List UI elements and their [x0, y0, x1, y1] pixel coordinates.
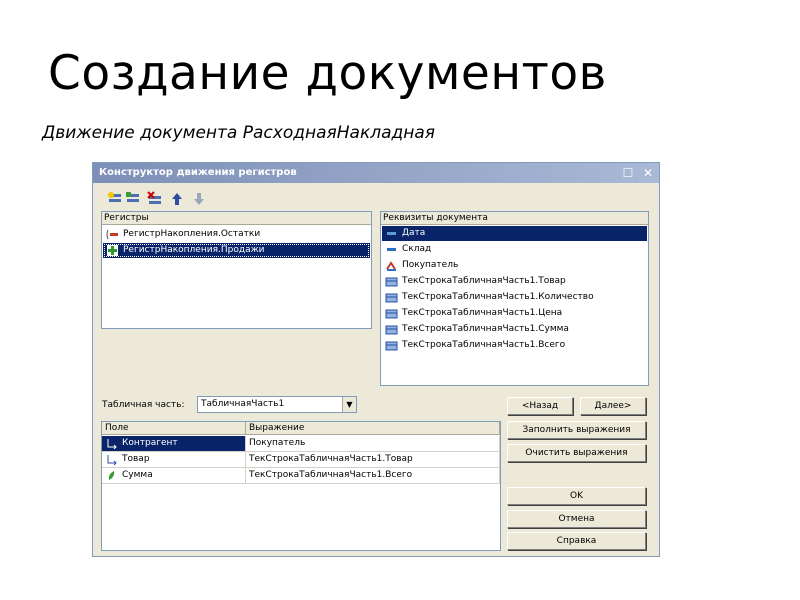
fill-expressions-button[interactable]: Заполнить выражения	[507, 421, 646, 439]
requisite-label: ТекСтрокаТабличнаяЧасть1.Всего	[402, 340, 566, 350]
tabular-part-value: ТабличнаяЧасть1	[201, 399, 285, 409]
register-minus-icon	[106, 229, 118, 240]
column-header-field[interactable]: Поле	[102, 422, 246, 435]
field-name: Товар	[122, 454, 150, 464]
tabular-part-label: Табличная часть:	[102, 400, 185, 410]
window-title: Конструктор движения регистров	[99, 167, 297, 178]
requisite-item-tovar[interactable]: ТекСтрокаТабличнаяЧасть1.Товар	[382, 274, 647, 289]
resource-icon	[108, 471, 115, 480]
register-movement-designer-window: Конструктор движения регистров ☐ ✕ Регис…	[92, 162, 660, 557]
dimension-icon	[107, 439, 117, 449]
table-attribute-icon	[385, 293, 398, 303]
user-icon	[386, 261, 396, 271]
tabular-part-select[interactable]: ТабличнаяЧасть1 ▼	[197, 396, 357, 413]
requisite-item-vsego[interactable]: ТекСтрокаТабличнаяЧасть1.Всего	[382, 338, 647, 353]
fields-grid: Поле Выражение Контрагент Покупатель Тов…	[101, 421, 501, 551]
table-row-expression[interactable]: ТекСтрокаТабличнаяЧасть1.Товар	[246, 452, 500, 468]
slide-subtitle: Движение документа РасходнаяНакладная	[42, 123, 436, 143]
delete-register-icon[interactable]	[147, 191, 163, 207]
window-titlebar: Конструктор движения регистров ☐ ✕	[93, 163, 659, 183]
move-up-icon[interactable]	[169, 191, 185, 207]
attribute-icon	[387, 232, 396, 235]
register-plus-icon	[107, 245, 118, 256]
requisite-item-pokupatel[interactable]: Покупатель	[382, 258, 647, 273]
table-row-field[interactable]: Контрагент	[102, 436, 246, 452]
back-button[interactable]: <Назад	[507, 397, 573, 415]
requisite-item-sklad[interactable]: Склад	[382, 242, 647, 257]
requisite-label: ТекСтрокаТабличнаяЧасть1.Сумма	[402, 324, 569, 334]
slide-title: Создание документов	[48, 46, 607, 101]
table-attribute-icon	[385, 277, 398, 287]
requisite-label: Дата	[402, 228, 426, 238]
table-attribute-icon	[385, 325, 398, 335]
dimension-icon	[107, 455, 117, 465]
attribute-icon	[387, 248, 396, 251]
register-item-ostatki[interactable]: РегистрНакопления.Остатки	[103, 227, 370, 242]
field-name: Контрагент	[122, 438, 178, 448]
registers-header: Регистры	[102, 212, 371, 225]
requisite-label: Покупатель	[402, 260, 459, 270]
registers-panel: Регистры РегистрНакопления.Остатки Регис…	[101, 211, 372, 329]
register-item-prodazhi[interactable]: РегистрНакопления.Продажи	[103, 243, 370, 258]
requisite-label: ТекСтрокаТабличнаяЧасть1.Количество	[402, 292, 594, 302]
requisite-label: Склад	[402, 244, 432, 254]
requisite-item-summa[interactable]: ТекСтрокаТабличнаяЧасть1.Сумма	[382, 322, 647, 337]
register-item-label: РегистрНакопления.Продажи	[123, 245, 265, 255]
clear-expressions-button[interactable]: Очистить выражения	[507, 444, 646, 462]
table-row-field[interactable]: Сумма	[102, 468, 246, 484]
requisite-label: ТекСтрокаТабличнаяЧасть1.Товар	[402, 276, 566, 286]
help-button[interactable]: Справка	[507, 532, 646, 550]
column-header-expression[interactable]: Выражение	[246, 422, 500, 435]
ok-button[interactable]: OK	[507, 487, 646, 505]
requisite-label: ТекСтрокаТабличнаяЧасть1.Цена	[402, 308, 563, 318]
move-down-icon[interactable]	[191, 191, 207, 207]
close-icon[interactable]: ✕	[641, 166, 655, 180]
requisites-header: Реквизиты документа	[381, 212, 648, 225]
next-button[interactable]: Далее>	[580, 397, 646, 415]
document-requisites-panel: Реквизиты документа Дата Склад Покупател…	[380, 211, 649, 386]
add-copy-icon[interactable]	[125, 191, 141, 207]
table-row-expression[interactable]: ТекСтрокаТабличнаяЧасть1.Всего	[246, 468, 500, 484]
requisite-item-tsena[interactable]: ТекСтрокаТабличнаяЧасть1.Цена	[382, 306, 647, 321]
chevron-down-icon[interactable]: ▼	[342, 397, 356, 412]
field-name: Сумма	[122, 470, 153, 480]
requisite-item-kolichestvo[interactable]: ТекСтрокаТабличнаяЧасть1.Количество	[382, 290, 647, 305]
table-attribute-icon	[385, 309, 398, 319]
table-row-expression[interactable]: Покупатель	[246, 436, 500, 452]
register-item-label: РегистрНакопления.Остатки	[123, 229, 261, 239]
add-register-icon[interactable]	[107, 191, 123, 207]
requisite-item-date[interactable]: Дата	[382, 226, 647, 241]
cancel-button[interactable]: Отмена	[507, 510, 646, 528]
table-row-field[interactable]: Товар	[102, 452, 246, 468]
maximize-icon[interactable]: ☐	[621, 166, 635, 180]
table-attribute-icon	[385, 341, 398, 351]
